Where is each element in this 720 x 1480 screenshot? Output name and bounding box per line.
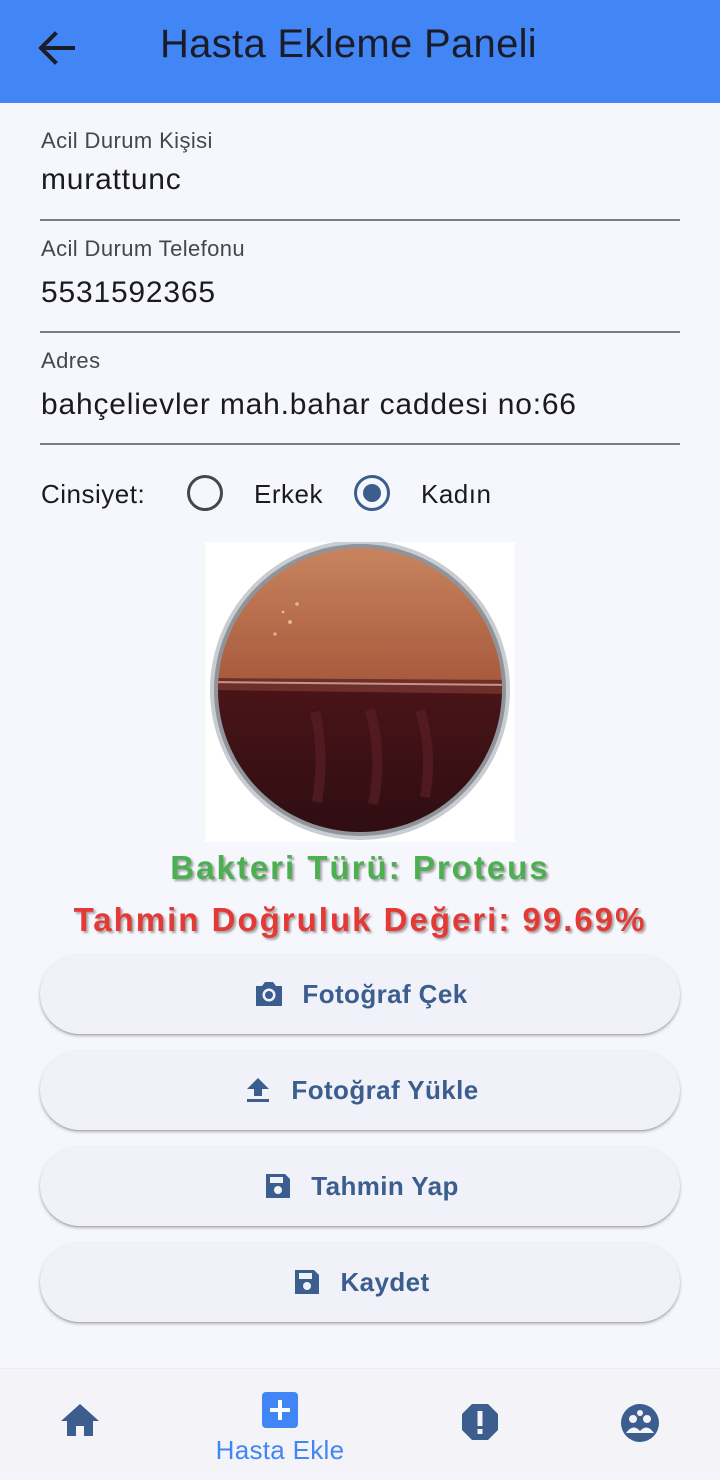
add-box-icon: [262, 1392, 298, 1428]
upload-photo-label: Fotoğraf Yükle: [291, 1074, 479, 1105]
emergency-phone-value[interactable]: 5531592365: [41, 276, 216, 310]
page-title: Hasta Ekleme Paneli: [160, 22, 537, 66]
bottom-navigation: Hasta Ekle: [0, 1368, 720, 1479]
predict-button[interactable]: Tahmin Yap: [40, 1146, 680, 1226]
form-scroll-area[interactable]: Acil Durum Kişisi murattunc Acil Durum T…: [0, 103, 720, 1368]
gender-label: Cinsiyet:: [41, 479, 146, 509]
save-icon: [290, 1265, 324, 1299]
save-button[interactable]: Kaydet: [40, 1242, 680, 1322]
emergency-phone-label: Acil Durum Telefonu: [41, 236, 246, 261]
app-bar: Hasta Ekleme Paneli: [0, 0, 720, 103]
address-label: Adres: [41, 348, 101, 373]
prediction-accuracy-text: Tahmin Doğruluk Değeri: 99.69%: [73, 901, 647, 938]
radio-kadin[interactable]: [354, 475, 390, 511]
address-field[interactable]: Adres bahçelievler mah.bahar caddesi no:…: [40, 333, 680, 445]
nav-hasta-ekle-label: Hasta Ekle: [215, 1435, 345, 1465]
address-value[interactable]: bahçelievler mah.bahar caddesi no:66: [41, 388, 577, 422]
upload-icon: [241, 1073, 275, 1107]
take-photo-label: Fotoğraf Çek: [302, 978, 468, 1009]
alert-icon: [462, 1404, 498, 1440]
bacteria-type-text: Bakteri Türü: Proteus: [170, 849, 550, 886]
save-label: Kaydet: [340, 1266, 430, 1297]
radio-erkek-label[interactable]: Erkek: [254, 479, 323, 510]
radio-kadin-label[interactable]: Kadın: [421, 479, 491, 510]
arrow-left-icon: [38, 31, 75, 65]
group-icon: [621, 1404, 659, 1442]
radio-erkek[interactable]: [187, 475, 223, 511]
upload-photo-button[interactable]: Fotoğraf Yükle: [40, 1050, 680, 1130]
save-icon: [261, 1169, 295, 1203]
emergency-phone-field[interactable]: Acil Durum Telefonu 5531592365: [40, 221, 680, 333]
petri-dish-photo: [205, 540, 515, 842]
back-button[interactable]: [30, 26, 82, 70]
camera-icon: [252, 977, 286, 1011]
gender-row: Cinsiyet: Erkek Kadın: [40, 475, 680, 515]
home-icon: [61, 1404, 99, 1436]
take-photo-button[interactable]: Fotoğraf Çek: [40, 954, 680, 1034]
emergency-contact-label: Acil Durum Kişisi: [41, 128, 213, 153]
predict-label: Tahmin Yap: [311, 1170, 459, 1201]
emergency-contact-field[interactable]: Acil Durum Kişisi murattunc: [40, 103, 680, 221]
emergency-contact-value[interactable]: murattunc: [41, 163, 182, 197]
nav-hasta-ekle[interactable]: Hasta Ekle: [205, 1369, 355, 1480]
nav-home[interactable]: [5, 1369, 155, 1480]
nav-alerts[interactable]: [405, 1369, 555, 1480]
nav-group[interactable]: [565, 1369, 715, 1480]
